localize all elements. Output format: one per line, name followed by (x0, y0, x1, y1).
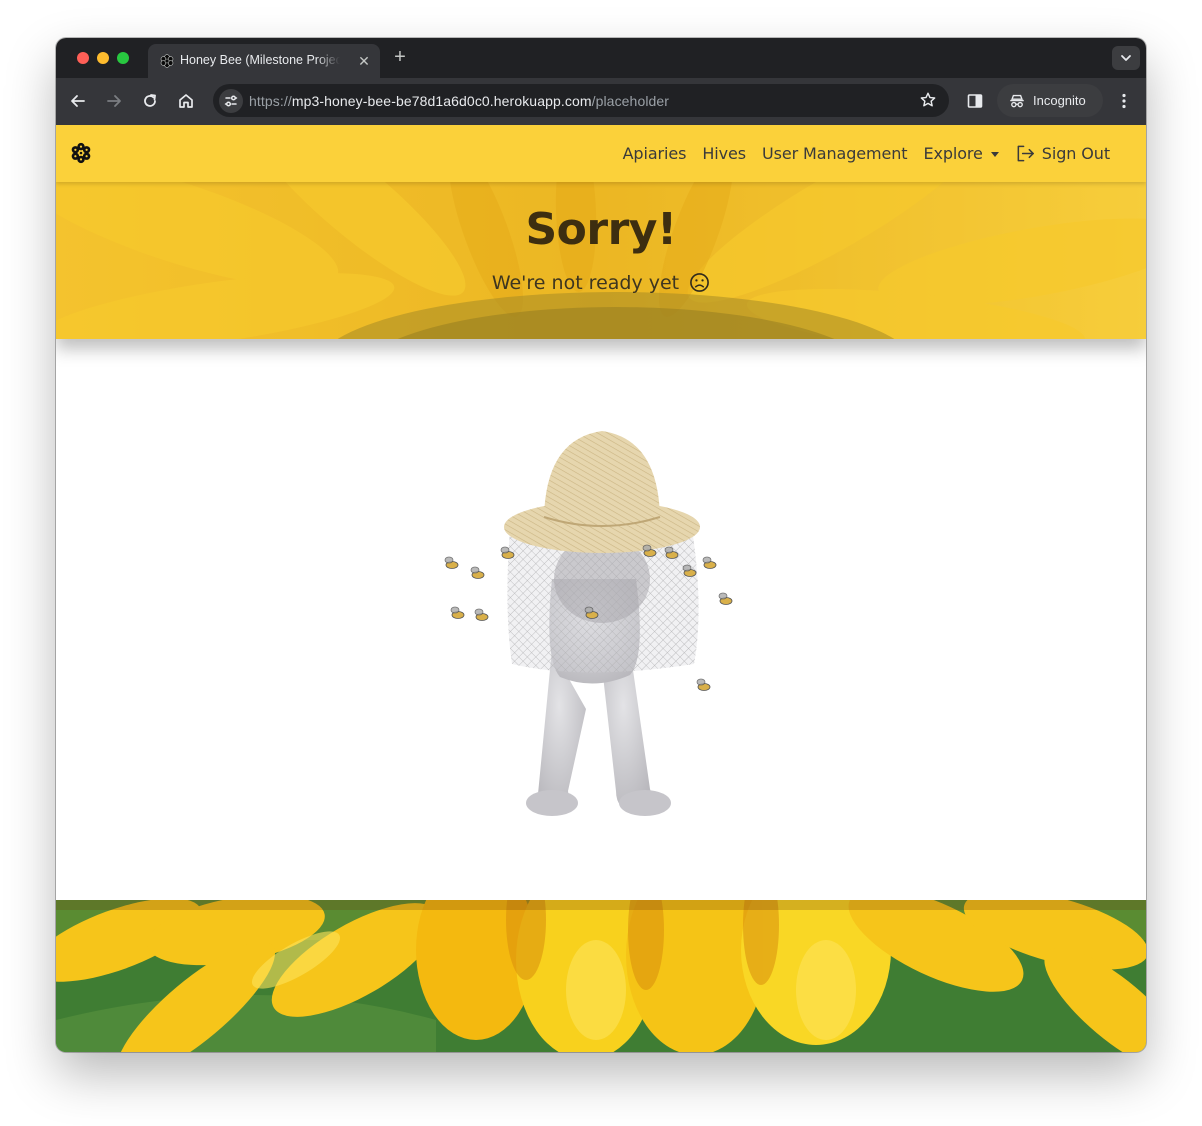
sunflower-petals-image (56, 900, 1146, 1052)
chevron-down-icon (1121, 55, 1131, 61)
kebab-menu-icon[interactable] (1114, 91, 1134, 111)
subtitle-text: We're not ready yet (491, 272, 680, 294)
maximize-window-button[interactable] (117, 52, 129, 64)
minimize-window-button[interactable] (97, 52, 109, 64)
bookmark-star-icon[interactable] (919, 91, 937, 109)
browser-window: Honey Bee (Milestone Project 3) ✕ + (56, 38, 1146, 1052)
nav-link-apiaries[interactable]: Apiaries (623, 144, 687, 163)
nav-link-user-management[interactable]: User Management (762, 144, 908, 163)
active-tab[interactable]: Honey Bee (Milestone Project 3) ✕ (148, 44, 380, 78)
beekeeper-figure-image (444, 431, 733, 816)
url-text: https://mp3-honey-bee-be78d1a6d0c0.herok… (249, 93, 670, 109)
tune-icon (224, 95, 238, 107)
side-panel-icon[interactable] (965, 91, 985, 111)
sign-out-link[interactable]: Sign Out (1015, 143, 1110, 164)
nav-link-hives[interactable]: Hives (702, 144, 746, 163)
web-page: Apiaries Hives User Management Explore S… (56, 125, 1146, 1052)
tab-search-button[interactable] (1112, 46, 1140, 70)
reload-icon[interactable] (140, 91, 160, 111)
incognito-label: Incognito (1033, 93, 1086, 108)
frown-face-icon (690, 273, 710, 292)
new-tab-icon[interactable]: + (390, 47, 410, 67)
forward-arrow-icon[interactable] (104, 91, 124, 111)
main-content (56, 339, 1146, 899)
back-arrow-icon[interactable] (68, 91, 88, 111)
site-navbar: Apiaries Hives User Management Explore S… (56, 125, 1146, 182)
browser-toolbar: https://mp3-honey-bee-be78d1a6d0c0.herok… (56, 78, 1146, 125)
incognito-icon (1010, 94, 1024, 108)
caret-down-icon (990, 152, 999, 157)
hero-banner: Sorry! We're not ready yet (56, 182, 1146, 339)
flower-icon[interactable] (70, 142, 92, 164)
address-bar[interactable]: https://mp3-honey-bee-be78d1a6d0c0.herok… (213, 84, 949, 117)
site-info-button[interactable] (219, 89, 243, 113)
sunflower-footer-image (56, 900, 1146, 1052)
page-title: Sorry! (525, 204, 677, 255)
sign-out-label: Sign Out (1041, 144, 1110, 163)
home-icon[interactable] (176, 91, 196, 111)
explore-label: Explore (923, 144, 983, 163)
tab-strip: Honey Bee (Milestone Project 3) ✕ + (56, 38, 1146, 78)
flower-favicon-icon (160, 54, 174, 68)
nav-dropdown-explore[interactable]: Explore (923, 144, 999, 163)
incognito-indicator[interactable]: Incognito (997, 84, 1103, 117)
tab-title: Honey Bee (Milestone Project 3) (180, 53, 340, 67)
close-window-button[interactable] (77, 52, 89, 64)
page-subtitle: We're not ready yet (56, 272, 1146, 294)
close-tab-icon[interactable]: ✕ (356, 53, 372, 69)
nav-links: Apiaries Hives User Management Explore S… (607, 125, 1111, 182)
sign-out-icon (1017, 145, 1034, 162)
